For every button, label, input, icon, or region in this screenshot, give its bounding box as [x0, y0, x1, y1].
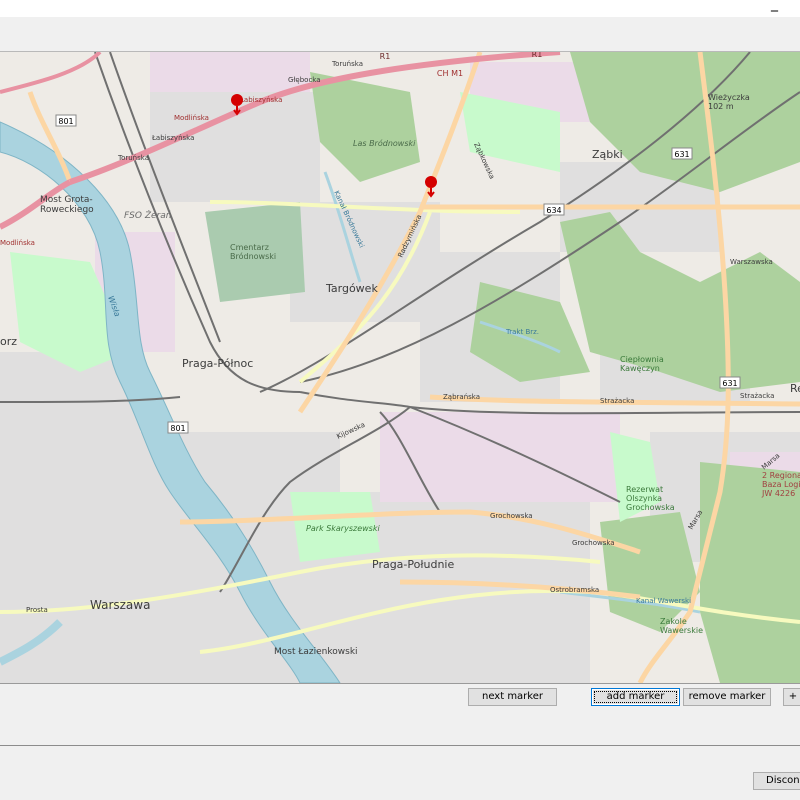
- shield-r1: R1: [380, 52, 391, 61]
- place-targowek: Targówek: [325, 282, 378, 295]
- place-praga-polnoc: Praga-Północ: [182, 357, 253, 370]
- street-grochowska: Grochowska: [490, 512, 533, 520]
- place-baza: 2 RegionalBaza LogistyJW 4226: [761, 471, 800, 498]
- zoom-in-button[interactable]: +: [783, 688, 800, 706]
- toolbar-area: [0, 17, 800, 52]
- place-fso-zeran: FSO Żerań: [124, 210, 172, 221]
- shield-r1-east: R1: [532, 52, 543, 59]
- street-ostrobramska: Ostrobramska: [550, 586, 599, 594]
- place-most-lazienkowski: Most Łazienkowski: [274, 647, 358, 657]
- street-modlinska: Modlińska: [174, 114, 209, 122]
- place-las-brodnowski: Las Bródnowski: [353, 138, 416, 148]
- place-most-grota: Most Grota-Roweckiego: [40, 195, 94, 215]
- place-zabki: Ząbki: [592, 148, 623, 161]
- place-park-skaryszewski: Park Skaryszewski: [306, 524, 380, 533]
- shield-chm1: CH M1: [437, 69, 463, 78]
- place-re: Re: [790, 382, 800, 395]
- street-trakt: Trakt Brz.: [505, 328, 539, 336]
- place-cieplownia: Ciepłownia Kawęczyn: [620, 355, 664, 373]
- place-warszawa: Warszawa: [90, 598, 150, 612]
- map-view[interactable]: Targówek Praga-Północ Praga-Południe War…: [0, 51, 800, 684]
- disconnect-button[interactable]: Disconne: [753, 772, 800, 790]
- place-orz: orz: [0, 335, 17, 348]
- shield-801-mid-text: 801: [170, 424, 185, 433]
- street-glebocka: Głębocka: [288, 76, 321, 84]
- shield-631-mid-text: 631: [722, 379, 737, 388]
- place-praga-poludnie: Praga-Południe: [372, 558, 454, 571]
- window-titlebar: _: [0, 0, 800, 17]
- shield-801-top-text: 801: [58, 117, 73, 126]
- minimize-icon[interactable]: _: [771, 0, 778, 11]
- street-strazacka: Strażacka: [600, 397, 634, 405]
- shield-634-text: 634: [546, 206, 561, 215]
- street-labiszynska: Łabiszyńska: [239, 96, 282, 104]
- street-strazacka-east: Strażacka: [740, 392, 774, 400]
- add-marker-button[interactable]: add marker: [591, 688, 680, 706]
- street-kanal-wawerski: Kanał Wawerski: [636, 597, 691, 605]
- street-modlinska-west: Modlińska: [0, 239, 35, 247]
- street-torunska: Toruńska: [331, 60, 363, 68]
- street-labiszynska-west: Łabiszyńska: [151, 134, 194, 142]
- marker-pin-icon: [231, 94, 243, 106]
- street-grochowska-east: Grochowska: [572, 539, 615, 547]
- shield-631-top-text: 631: [674, 150, 689, 159]
- street-zabranska: Ząbrańska: [443, 393, 480, 401]
- bottom-panel: Disconne: [0, 746, 800, 800]
- street-prosta: Prosta: [26, 606, 48, 614]
- street-torunska-west: Toruńska: [117, 154, 149, 162]
- next-marker-button[interactable]: next marker: [468, 688, 557, 706]
- remove-marker-button[interactable]: remove marker: [683, 688, 771, 706]
- street-warszawska: Warszawska: [730, 258, 773, 266]
- marker-pin-icon: [425, 176, 437, 188]
